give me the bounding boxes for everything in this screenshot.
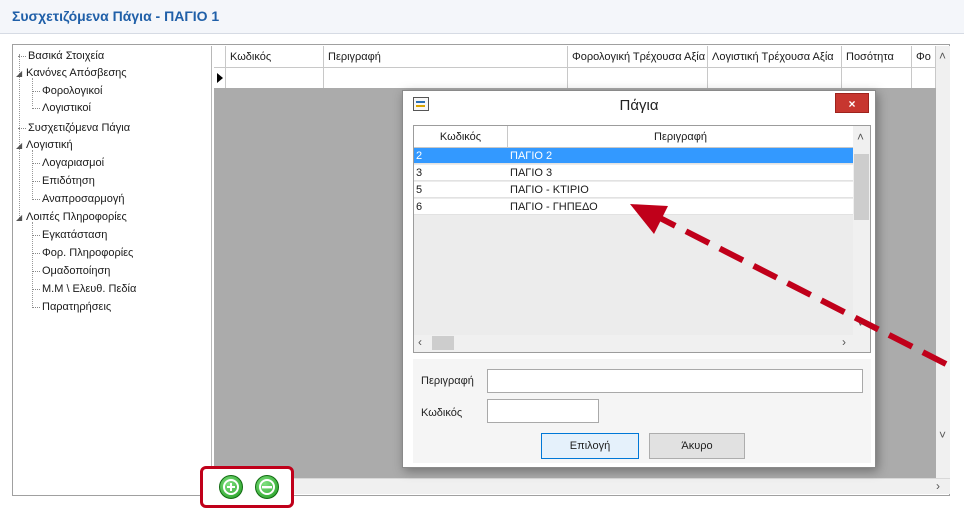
tree-item-label: Εγκατάσταση (42, 229, 108, 241)
tree-item-other-info[interactable]: ◢ Λοιπές Πληροφορίες (16, 209, 127, 225)
list-item-code: 3 (416, 167, 423, 179)
close-button[interactable]: × (835, 93, 869, 113)
list-horizontal-scrollbar[interactable]: ‹ › (414, 335, 870, 352)
remove-icon (259, 479, 275, 495)
cancel-button[interactable]: Άκυρο (649, 433, 745, 459)
assets-dialog: Πάγια × Κωδικός Περιγραφή 2 ΠΑΓΙΟ 2 3 ΠΑ… (402, 90, 876, 468)
list-vertical-scrollbar[interactable]: ˄ ˅ (853, 126, 870, 336)
collapse-icon[interactable]: ◢ (16, 138, 24, 154)
tree-item-custom-fields[interactable]: Μ.Μ \ Ελευθ. Πεδία (32, 281, 136, 297)
window-title-bar: Συσχετιζόμενα Πάγια - ΠΑΓΙΟ 1 (0, 0, 964, 34)
scroll-down-icon[interactable]: ˅ (939, 428, 946, 442)
list-item-code: 6 (416, 201, 423, 213)
list-hscroll-thumb[interactable] (432, 336, 454, 350)
tree-item-label: Λοιπές Πληροφορίες (26, 211, 127, 223)
description-input[interactable] (487, 369, 863, 393)
table-cell[interactable] (568, 68, 708, 88)
grid-header: Κωδικός Περιγραφή Φορολογική Τρέχουσα Αξ… (214, 46, 936, 68)
tree-item-accounts[interactable]: Λογαριασμοί (32, 155, 104, 171)
tree-item-revaluation[interactable]: Αναπροσαρμογή (32, 191, 124, 207)
list-header: Κωδικός Περιγραφή (414, 126, 854, 148)
tree-item-label: Ομαδοποίηση (42, 265, 111, 277)
tree-item-label: Κανόνες Απόσβεσης (26, 67, 127, 79)
tree-item-notes[interactable]: Παρατηρήσεις (32, 299, 111, 315)
grid-col-code[interactable]: Κωδικός (226, 46, 324, 67)
list-col-description[interactable]: Περιγραφή (508, 126, 854, 148)
scroll-down-icon[interactable]: ˅ (857, 316, 864, 330)
grid-horizontal-scrollbar[interactable]: ‹ › (214, 478, 950, 494)
tree-item-related-assets[interactable]: Συσχετιζόμενα Πάγια (18, 120, 130, 136)
dialog-filter-form: Περιγραφή Κωδικός Επιλογή Άκυρο (413, 359, 871, 463)
list-item-description: ΠΑΓΙΟ 2 (510, 150, 553, 162)
tree-item-accounting[interactable]: ◢ Λογιστική (16, 137, 73, 153)
code-label: Κωδικός (421, 407, 463, 419)
table-cell[interactable] (912, 68, 936, 88)
assets-list: Κωδικός Περιγραφή 2 ΠΑΓΙΟ 2 3 ΠΑΓΙΟ 3 5 … (413, 125, 871, 353)
tree-item-label: Αναπροσαρμογή (42, 193, 125, 205)
list-item[interactable]: 3 ΠΑΓΙΟ 3 (414, 165, 854, 181)
grid-col-tax-value[interactable]: Φορολογική Τρέχουσα Αξία (568, 46, 708, 67)
tree-item-label: Μ.Μ \ Ελευθ. Πεδία (42, 283, 137, 295)
tree-item-label: Λογιστική (26, 139, 73, 151)
table-cell[interactable] (324, 68, 568, 88)
list-item[interactable]: 6 ΠΑΓΙΟ - ΓΗΠΕΔΟ (414, 199, 854, 215)
tree-item-accounting-rules[interactable]: Λογιστικοί (32, 100, 91, 116)
tree-item-subsidy[interactable]: Επιδότηση (32, 173, 95, 189)
table-cell[interactable] (708, 68, 842, 88)
grid-col-description[interactable]: Περιγραφή (324, 46, 568, 67)
table-cell[interactable] (842, 68, 912, 88)
tree-item-tax-info[interactable]: Φορ. Πληροφορίες (32, 245, 133, 261)
tree-item-grouping[interactable]: Ομαδοποίηση (32, 263, 110, 279)
tree-item-label: Φορ. Πληροφορίες (42, 247, 134, 259)
scroll-right-icon[interactable]: › (842, 335, 846, 349)
grid-col-accounting-value[interactable]: Λογιστική Τρέχουσα Αξία (708, 46, 842, 67)
dialog-title: Πάγια (619, 97, 659, 114)
collapse-icon[interactable]: ◢ (16, 66, 24, 82)
dialog-title-bar[interactable]: Πάγια × (403, 91, 875, 119)
list-item-description: ΠΑΓΙΟ - ΚΤΙΡΙΟ (510, 184, 589, 196)
list-item[interactable]: 5 ΠΑΓΙΟ - ΚΤΙΡΙΟ (414, 182, 854, 198)
grid-col-more[interactable]: Φο (912, 46, 936, 67)
tree-item-label: Βασικά Στοιχεία (28, 50, 105, 62)
tree-item-tax[interactable]: Φορολογικοί (32, 83, 102, 99)
scroll-up-icon[interactable]: ˄ (939, 49, 946, 63)
table-cell[interactable] (226, 68, 324, 88)
list-scroll-thumb[interactable] (854, 154, 869, 220)
page-title: Συσχετιζόμενα Πάγια - ΠΑΓΙΟ 1 (12, 8, 220, 24)
tree-item-label: Επιδότηση (42, 175, 95, 187)
scroll-up-icon[interactable]: ˄ (857, 130, 864, 144)
tree-item-label: Παρατηρήσεις (42, 301, 112, 313)
code-input[interactable] (487, 399, 599, 423)
collapse-icon[interactable]: ◢ (16, 210, 24, 226)
current-row-indicator (214, 68, 226, 88)
list-item-selected[interactable]: 2 ΠΑΓΙΟ 2 (414, 148, 854, 164)
tree-item-label: Φορολογικοί (42, 85, 103, 97)
list-item-code: 2 (416, 150, 423, 162)
tree-item-label: Λογαριασμοί (42, 157, 105, 169)
add-icon (223, 479, 239, 495)
list-item-code: 5 (416, 184, 423, 196)
table-row[interactable] (214, 68, 936, 88)
tree-item-installation[interactable]: Εγκατάσταση (32, 227, 107, 243)
description-label: Περιγραφή (421, 375, 474, 387)
grid-vertical-scrollbar[interactable]: ˄ ˅ (936, 46, 950, 478)
list-item-description: ΠΑΓΙΟ 3 (510, 167, 553, 179)
scroll-right-icon[interactable]: › (936, 479, 940, 493)
add-button[interactable] (219, 475, 243, 499)
grid-col-quantity[interactable]: Ποσότητα (842, 46, 912, 67)
remove-button[interactable] (255, 475, 279, 499)
navigation-tree: Βασικά Στοιχεία ◢ Κανόνες Απόσβεσης Φορολ… (14, 46, 212, 494)
tree-item-basic-info[interactable]: Βασικά Στοιχεία (18, 48, 104, 64)
select-button[interactable]: Επιλογή (541, 433, 639, 459)
scroll-left-icon[interactable]: ‹ (418, 335, 422, 349)
add-remove-highlight (200, 466, 294, 508)
tree-item-label: Συσχετιζόμενα Πάγια (28, 122, 131, 134)
list-col-code[interactable]: Κωδικός (414, 126, 508, 148)
tree-item-depreciation-rules[interactable]: ◢ Κανόνες Απόσβεσης (16, 65, 127, 81)
grid-header-corner (214, 46, 226, 67)
list-item-description: ΠΑΓΙΟ - ΓΗΠΕΔΟ (510, 201, 598, 213)
tree-item-label: Λογιστικοί (42, 102, 91, 114)
